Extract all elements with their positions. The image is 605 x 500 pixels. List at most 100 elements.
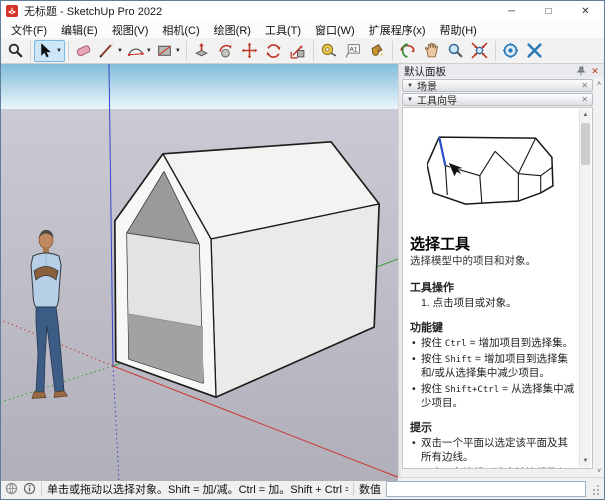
scroll-up-icon[interactable]: ▲ (580, 109, 592, 121)
search-icon (7, 42, 24, 59)
status-divider (353, 482, 354, 496)
measurements-label: 数值 (359, 481, 381, 497)
modifier-item: 按住 Ctrl = 增加项目到选择集。 (410, 337, 576, 351)
paint-bucket-tool-button[interactable] (365, 40, 389, 62)
model-viewport[interactable] (1, 64, 398, 477)
geolocation-status-icon[interactable] (5, 482, 18, 495)
select-cursor-icon (37, 42, 54, 59)
tray-header[interactable]: 默认面板 ✕ (401, 64, 604, 78)
collapse-arrow-icon[interactable]: ▼ (407, 97, 413, 103)
rectangle-icon (156, 42, 173, 59)
menu-draw[interactable]: 绘图(R) (207, 21, 258, 39)
section-scenes[interactable]: ▼ 场景 ✕ (402, 79, 593, 92)
menu-bar: 文件(F) 编辑(E) 视图(V) 相机(C) 绘图(R) 工具(T) 窗口(W… (1, 21, 604, 38)
move-tool-button[interactable] (238, 40, 262, 62)
modifier-item: 按住 Shift+Ctrl = 从选择集中减少项目。 (410, 383, 576, 410)
menu-camera[interactable]: 相机(C) (155, 21, 206, 39)
modifier-list: 按住 Ctrl = 增加项目到选择集。 按住 Shift = 增加项目到选择集和… (410, 337, 576, 410)
arc-tool-button[interactable]: ▼ (125, 40, 154, 62)
minimize-button[interactable]: ─ (493, 1, 530, 21)
arc-icon (127, 42, 144, 59)
push-pull-tool-button[interactable] (190, 40, 214, 62)
menu-file[interactable]: 文件(F) (4, 21, 54, 39)
collapse-arrow-icon[interactable]: ▼ (407, 83, 413, 89)
toolbar-separator (392, 41, 393, 61)
sky (1, 64, 398, 109)
tape-measure-icon (320, 42, 337, 59)
tray-body: ▼ 场景 ✕ ▼ 工具向导 ✕ (401, 78, 604, 477)
section-close-icon[interactable]: ✕ (581, 82, 588, 90)
toolbar-separator (68, 41, 69, 61)
section-instructor[interactable]: ▼ 工具向导 ✕ (402, 93, 593, 106)
getting-started-toolbar: ▼ ▼ ▼ ▼ A1 (1, 38, 604, 64)
scale-tool-button[interactable] (286, 40, 310, 62)
info-status-icon[interactable] (23, 482, 36, 495)
eraser-tool-button[interactable] (72, 40, 96, 62)
instructor-subtitle: 选择模型中的项目和对象。 (410, 255, 576, 268)
line-dropdown-icon[interactable]: ▼ (117, 48, 123, 54)
zoom-extents-button[interactable] (468, 40, 492, 62)
orbit-tool-button[interactable] (396, 40, 420, 62)
eraser-icon (75, 42, 92, 59)
menu-edit[interactable]: 编辑(E) (54, 21, 105, 39)
menu-help[interactable]: 帮助(H) (433, 21, 484, 39)
main-area: 默认面板 ✕ ▼ 场景 ✕ ▼ 工具向导 ✕ (1, 64, 604, 477)
follow-me-icon (217, 42, 234, 59)
rectangle-tool-button[interactable]: ▼ (154, 40, 183, 62)
add-location-button[interactable] (499, 40, 523, 62)
section-close-icon[interactable]: ✕ (581, 96, 588, 104)
line-tool-button[interactable]: ▼ (96, 40, 125, 62)
sketchup-window: 无标题 - SketchUp Pro 2022 ─ □ ✕ 文件(F) 编辑(E… (0, 0, 605, 500)
tray-scroll-up-icon[interactable]: ˄ (597, 78, 601, 90)
maximize-button[interactable]: □ (530, 1, 567, 21)
tips-title: 提示 (410, 419, 576, 435)
status-hint: 单击或拖动以选择对象。Shift = 加/减。Ctrl = 加。Shift + … (47, 481, 348, 497)
pin-icon[interactable] (576, 66, 586, 76)
scale-icon (289, 42, 306, 59)
modifier-item: 按住 Shift = 增加项目到选择集和/或从选择集中减少项目。 (410, 353, 576, 380)
rotate-icon (265, 42, 282, 59)
pan-tool-button[interactable] (420, 40, 444, 62)
title-bar: 无标题 - SketchUp Pro 2022 ─ □ ✕ (1, 1, 604, 21)
warehouse-button[interactable] (523, 40, 547, 62)
arc-dropdown-icon[interactable]: ▼ (146, 48, 152, 54)
add-location-icon (502, 42, 519, 59)
toolbar-separator (313, 41, 314, 61)
menu-view[interactable]: 视图(V) (105, 21, 156, 39)
scrollbar-thumb[interactable] (581, 123, 590, 165)
pencil-icon (98, 42, 115, 59)
search-button[interactable] (3, 40, 27, 62)
push-pull-icon (193, 42, 210, 59)
text-tool-button[interactable]: A1 (341, 40, 365, 62)
toolbar-separator (186, 41, 187, 61)
scroll-down-icon[interactable]: ▼ (580, 455, 592, 467)
resize-grip[interactable] (591, 482, 600, 496)
rectangle-dropdown-icon[interactable]: ▼ (175, 48, 181, 54)
tray-scroll-down-icon[interactable]: ˅ (597, 465, 601, 477)
rotate-tool-button[interactable] (262, 40, 286, 62)
paint-bucket-icon (368, 42, 385, 59)
select-tool-button[interactable]: ▼ (34, 40, 65, 62)
menu-extensions[interactable]: 扩展程序(x) (362, 21, 433, 39)
zoom-tool-button[interactable] (444, 40, 468, 62)
operation-list: 1. 点击项目或对象。 (410, 297, 576, 310)
instructor-scrollbar[interactable]: ▲ ▼ (579, 109, 591, 467)
tray-close-icon[interactable]: ✕ (589, 66, 601, 77)
select-dropdown-icon[interactable]: ▼ (56, 48, 62, 54)
tips-list: 双击一个平面以选定该平面及其所有边线。 双击一条边线以选定该边线及与其共享的平面… (410, 437, 576, 469)
tray-scrollbar[interactable]: ˄ ˅ (594, 78, 604, 477)
pan-hand-icon (423, 42, 440, 59)
follow-me-tool-button[interactable] (214, 40, 238, 62)
scrollbar-track[interactable] (580, 121, 591, 455)
status-divider (41, 482, 42, 496)
instructor-house-image (427, 130, 559, 223)
close-button[interactable]: ✕ (567, 1, 604, 21)
menu-tools[interactable]: 工具(T) (258, 21, 308, 39)
model-scene[interactable] (1, 64, 398, 481)
move-icon (241, 42, 258, 59)
menu-window[interactable]: 窗口(W) (308, 21, 362, 39)
tip-item: 双击一个平面以选定该平面及其所有边线。 (410, 437, 576, 464)
measurements-input[interactable] (386, 481, 586, 497)
tape-measure-tool-button[interactable] (317, 40, 341, 62)
default-tray-panel: 默认面板 ✕ ▼ 场景 ✕ ▼ 工具向导 ✕ (401, 64, 604, 477)
